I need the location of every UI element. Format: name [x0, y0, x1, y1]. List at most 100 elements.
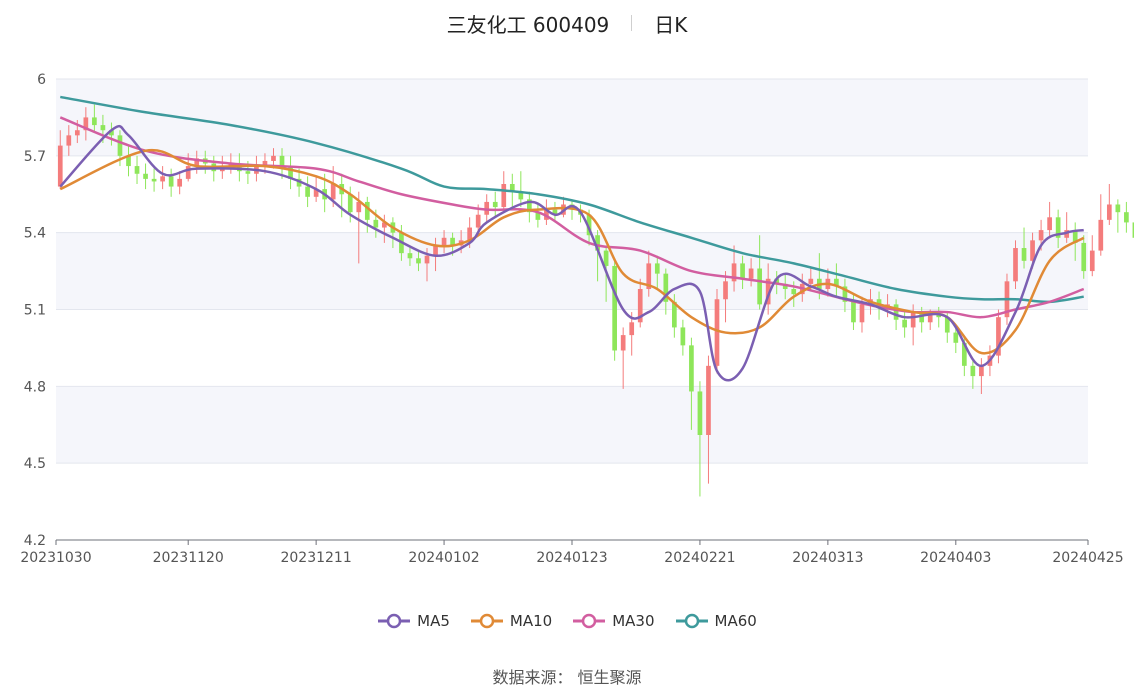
candle-body — [279, 155, 285, 167]
legend-marker-icon — [470, 613, 503, 629]
candle — [612, 258, 617, 361]
candle-body — [620, 335, 626, 351]
candle — [1115, 199, 1121, 233]
candle-body — [1124, 212, 1129, 223]
candle-body — [177, 178, 183, 187]
x-tick-label: 20240102 — [408, 550, 479, 566]
candle-body — [893, 304, 899, 320]
candle-body — [757, 268, 762, 305]
candle-body — [603, 250, 609, 266]
candle — [1098, 194, 1104, 256]
x-tick-label: 20240123 — [536, 550, 607, 566]
legend-marker-icon — [573, 613, 606, 629]
legend-label: MA10 — [509, 612, 553, 630]
data-source-value: 恒生聚源 — [577, 668, 642, 687]
candle-body — [416, 258, 421, 264]
candle-body — [245, 171, 251, 174]
candle-body — [979, 365, 984, 377]
candle-body — [851, 301, 856, 323]
candle-body — [74, 130, 80, 136]
candle-body — [740, 263, 745, 279]
x-tick-label: 20240403 — [920, 550, 991, 566]
legend-marker-icon — [675, 613, 708, 629]
candle-body — [1081, 242, 1087, 272]
candle — [492, 191, 498, 218]
legend-item-ma10[interactable]: MA10 — [470, 612, 552, 630]
candle — [936, 306, 942, 328]
y-tick-label: 5.1 — [24, 303, 46, 319]
candle-body — [1038, 230, 1044, 241]
candle-body — [364, 201, 370, 220]
candle — [305, 176, 310, 208]
candle-body — [970, 365, 976, 377]
candle — [151, 168, 157, 192]
candle — [1106, 184, 1112, 225]
candle-body — [492, 201, 498, 208]
legend-label: MA60 — [714, 612, 757, 630]
candle-body — [689, 345, 694, 392]
candle-body — [185, 166, 191, 179]
candle-body — [151, 178, 157, 182]
candle — [706, 355, 711, 484]
candle-body — [117, 135, 123, 156]
x-tick-label: 20231211 — [280, 550, 351, 566]
candle-body — [305, 186, 310, 197]
x-tick-label: 20231030 — [20, 550, 91, 566]
x-axis: 20231030 20231120 20231211 20240102 20240123… — [20, 539, 1124, 566]
candle-body — [475, 214, 481, 228]
legend-item-ma60[interactable]: MA60 — [675, 612, 757, 630]
plot-band — [56, 386, 1088, 464]
candle-body — [271, 155, 276, 161]
candle — [919, 306, 925, 333]
candle-body — [330, 184, 336, 200]
candle-body — [407, 253, 413, 259]
candle — [288, 155, 293, 190]
candle-body — [168, 176, 174, 187]
candle-body — [57, 145, 63, 187]
legend-label: MA30 — [612, 612, 655, 630]
candle-body — [66, 135, 72, 146]
candle-body — [748, 268, 754, 279]
candle-body — [723, 281, 728, 300]
plot-band — [56, 232, 1088, 310]
y-tick-label: 6 — [37, 72, 46, 88]
data-source: 数据来源： 恒生聚源 — [0, 664, 1134, 688]
x-tick-label: 20240425 — [1052, 550, 1123, 566]
y-tick-label: 5.4 — [24, 226, 46, 242]
candle-body — [629, 322, 635, 336]
plot-background — [56, 79, 1088, 464]
y-tick-label: 5.7 — [24, 149, 46, 165]
data-source-label: 数据来源： — [492, 668, 573, 687]
candle-body — [347, 194, 353, 213]
candle-body — [92, 117, 97, 126]
candle-body — [714, 299, 720, 366]
candle-body — [143, 173, 148, 179]
legend: MA5 MA10 MA30 MA60 — [0, 612, 1134, 630]
legend-item-ma30[interactable]: MA30 — [572, 612, 655, 630]
x-tick-label: 20240221 — [664, 550, 735, 566]
candle-body — [706, 365, 711, 435]
candle — [535, 204, 541, 228]
candle — [1089, 235, 1095, 277]
candle-body — [808, 278, 814, 284]
candle-body — [953, 332, 959, 343]
candle — [680, 319, 686, 356]
candle-body — [1047, 217, 1052, 231]
legend-marker-icon — [378, 613, 411, 629]
candle-body — [612, 265, 617, 351]
candle-body — [501, 184, 507, 208]
candle-body — [1021, 248, 1027, 261]
y-axis: 6 5.7 5.4 5.1 4.8 4.5 4.2 — [24, 72, 46, 549]
legend-item-ma5[interactable]: MA5 — [377, 612, 450, 630]
candle — [1124, 201, 1129, 233]
candle — [364, 196, 370, 233]
candle — [996, 309, 1001, 364]
candle — [620, 327, 626, 389]
candle-body — [424, 255, 430, 264]
candle — [970, 360, 976, 389]
candle-body — [433, 245, 438, 256]
x-tick-label: 20240313 — [792, 550, 863, 566]
candle-body — [654, 263, 660, 274]
candle — [160, 166, 165, 190]
candle-body — [910, 312, 916, 328]
